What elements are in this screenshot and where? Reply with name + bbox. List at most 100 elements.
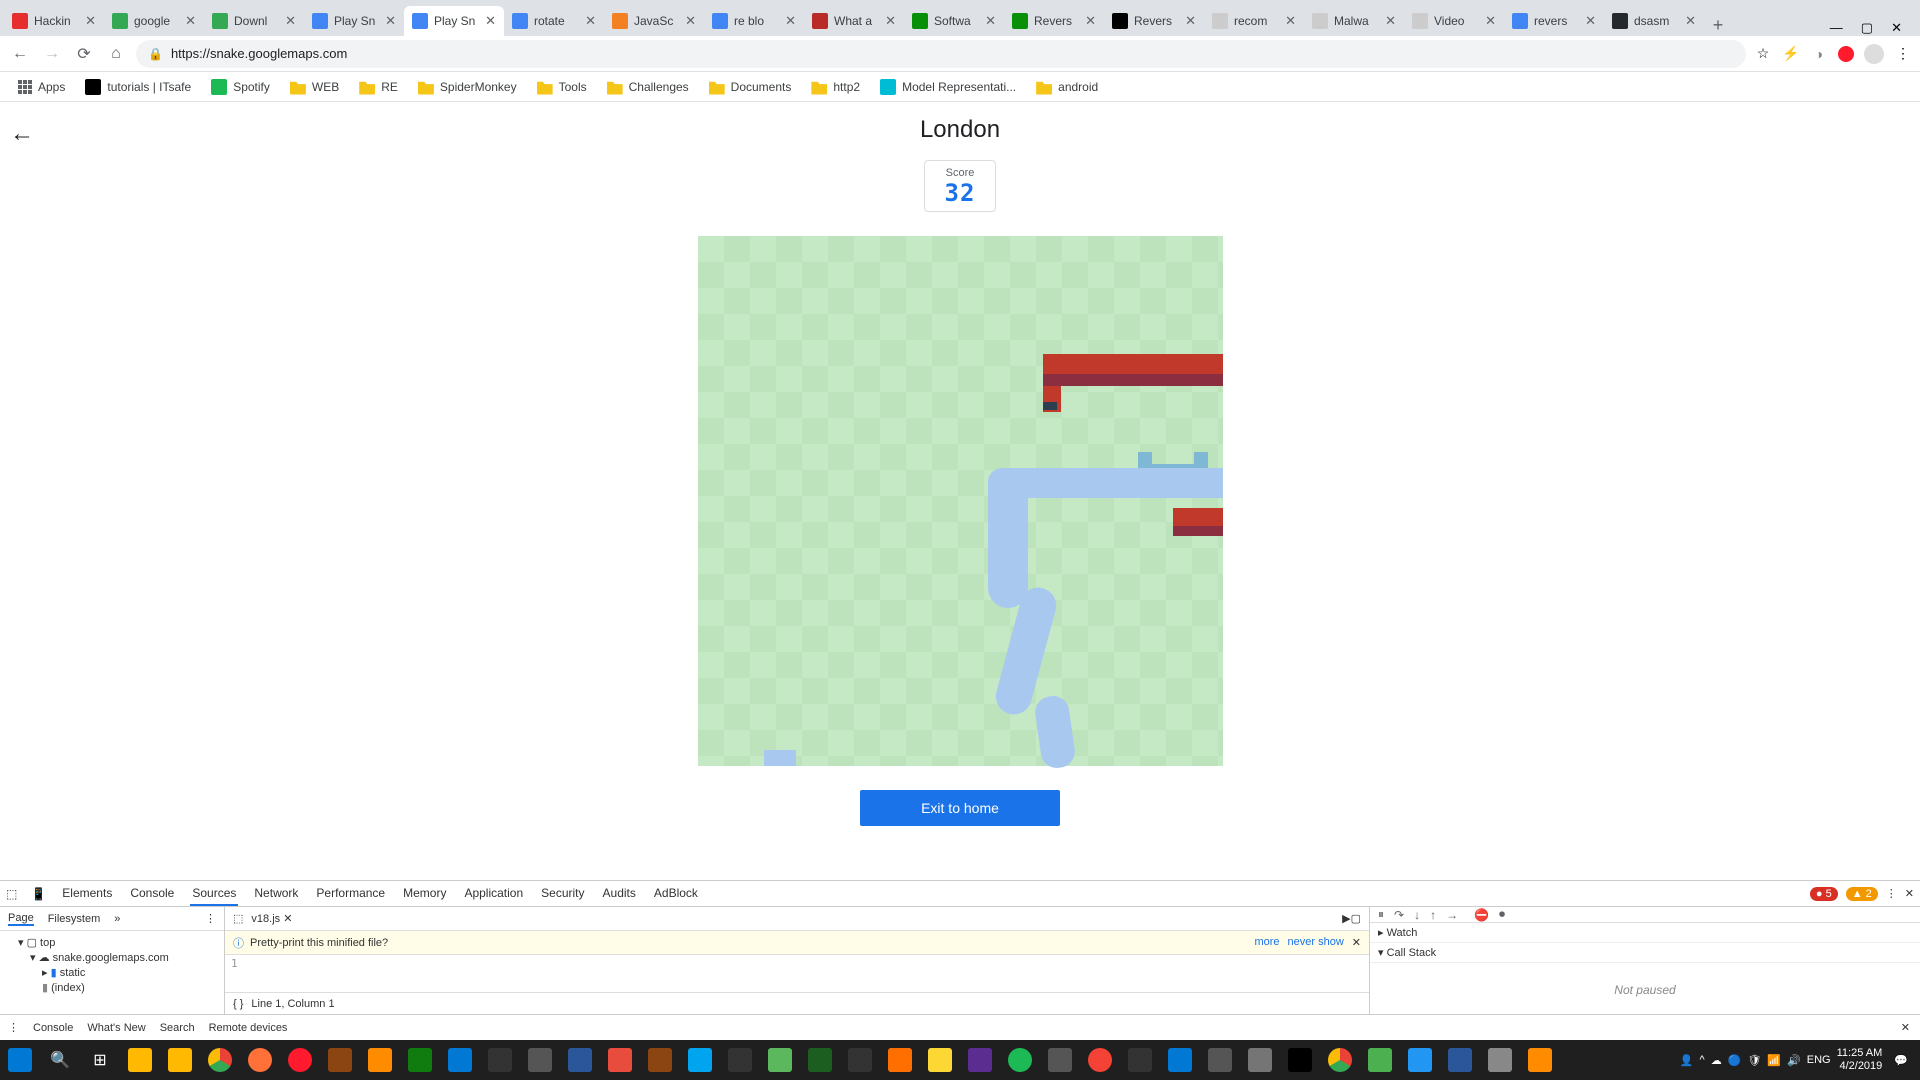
browser-tab[interactable]: Play Sn✕ [304, 6, 404, 36]
format-icon[interactable]: { } [233, 998, 243, 1010]
bookmark-item[interactable]: android [1028, 75, 1106, 99]
file-tree[interactable]: ▾ ▢ top ▾ ☁ snake.googlemaps.com ▸ ▮ sta… [0, 931, 224, 1014]
pause-icon[interactable]: ⏸ [1378, 907, 1384, 922]
tb-app-16[interactable] [840, 1040, 880, 1080]
bookmark-item[interactable]: tutorials | ITsafe [77, 75, 199, 99]
maximize-button[interactable]: ▢ [1861, 20, 1873, 36]
browser-tab[interactable]: Revers✕ [1104, 6, 1204, 36]
ext-icon-1[interactable]: ⚡ [1782, 45, 1800, 63]
step-into-icon[interactable]: ↓ [1414, 908, 1420, 922]
game-back-arrow[interactable]: ← [10, 120, 34, 148]
drawer-tab[interactable]: Search [160, 1022, 195, 1034]
bookmark-item[interactable]: http2 [803, 75, 868, 99]
tb-word[interactable] [1440, 1040, 1480, 1080]
tb-app-29[interactable] [1480, 1040, 1520, 1080]
tab-close-icon[interactable]: ✕ [285, 13, 296, 29]
devtools-error-badge[interactable]: ● 5 [1810, 887, 1838, 901]
tb-chrome-2[interactable] [1320, 1040, 1360, 1080]
tb-settings[interactable] [1520, 1040, 1560, 1080]
tb-app-13[interactable] [720, 1040, 760, 1080]
bookmark-item[interactable]: Challenges [599, 75, 697, 99]
tb-app-9[interactable] [560, 1040, 600, 1080]
tb-app-4[interactable] [360, 1040, 400, 1080]
tab-close-icon[interactable]: ✕ [485, 13, 496, 29]
tab-close-icon[interactable]: ✕ [1685, 13, 1696, 29]
back-button[interactable]: ← [8, 42, 32, 66]
tb-app-1[interactable] [120, 1040, 160, 1080]
browser-tab[interactable]: Play Sn✕ [404, 6, 504, 36]
drawer-close-icon[interactable]: ✕ [1901, 1021, 1910, 1034]
browser-tab[interactable]: Hackin✕ [4, 6, 104, 36]
apps-button[interactable]: Apps [10, 76, 73, 98]
menu-icon[interactable]: ⋮ [1894, 45, 1912, 63]
drawer-tab[interactable]: What's New [87, 1022, 145, 1034]
devtools-tab-security[interactable]: Security [539, 882, 586, 906]
browser-tab[interactable]: recom✕ [1204, 6, 1304, 36]
pretty-never-link[interactable]: never show [1288, 936, 1344, 949]
exit-button[interactable]: Exit to home [860, 790, 1060, 826]
tb-app-10[interactable] [600, 1040, 640, 1080]
tb-app-28[interactable] [1400, 1040, 1440, 1080]
devtools-tab-network[interactable]: Network [252, 882, 300, 906]
tb-app-5[interactable] [400, 1040, 440, 1080]
devtools-tab-adblock[interactable]: AdBlock [652, 882, 700, 906]
url-field[interactable]: 🔒 https://snake.googlemaps.com [136, 40, 1746, 68]
navigator-tab-page[interactable]: Page [8, 912, 34, 926]
ext-icon-3[interactable] [1838, 46, 1854, 62]
devtools-tab-performance[interactable]: Performance [314, 882, 387, 906]
bookmark-item[interactable]: WEB [282, 75, 347, 99]
browser-tab[interactable]: Malwa✕ [1304, 6, 1404, 36]
drawer-tab[interactable]: Console [33, 1022, 73, 1034]
profile-icon[interactable] [1864, 44, 1884, 64]
tab-close-icon[interactable]: ✕ [1285, 13, 1296, 29]
browser-tab[interactable]: rotate✕ [504, 6, 604, 36]
tb-app-3[interactable] [320, 1040, 360, 1080]
tb-app-19[interactable] [960, 1040, 1000, 1080]
tb-app-14[interactable] [760, 1040, 800, 1080]
tb-app-18[interactable] [920, 1040, 960, 1080]
start-button[interactable] [0, 1040, 40, 1080]
browser-tab[interactable]: Revers✕ [1004, 6, 1104, 36]
tb-app-8[interactable] [520, 1040, 560, 1080]
tb-app-22[interactable] [1120, 1040, 1160, 1080]
source-file-tab[interactable]: v18.js ✕ [251, 912, 292, 925]
tb-app-26[interactable] [1280, 1040, 1320, 1080]
bookmark-item[interactable]: SpiderMonkey [410, 75, 525, 99]
tb-app-7[interactable] [480, 1040, 520, 1080]
navigator-tab-filesystem[interactable]: Filesystem [48, 913, 101, 925]
pretty-more-link[interactable]: more [1254, 936, 1279, 949]
navigator-more-icon[interactable]: » [114, 913, 120, 925]
ext-icon-2[interactable]: ◑ [1810, 45, 1828, 63]
language-indicator[interactable]: ENG [1807, 1054, 1831, 1066]
browser-tab[interactable]: Downl✕ [204, 6, 304, 36]
devtools-settings-icon[interactable]: ⋮ [1886, 887, 1897, 900]
source-code[interactable]: 1 [225, 955, 1369, 992]
tab-close-icon[interactable]: ✕ [1085, 13, 1096, 29]
source-file-icon[interactable]: ⬚ [233, 912, 243, 925]
tab-close-icon[interactable]: ✕ [85, 13, 96, 29]
browser-tab[interactable]: dsasm✕ [1604, 6, 1704, 36]
tb-app-25[interactable] [1240, 1040, 1280, 1080]
tab-close-icon[interactable]: ✕ [385, 13, 396, 29]
browser-tab[interactable]: revers✕ [1504, 6, 1604, 36]
bookmark-item[interactable]: Documents [701, 75, 800, 99]
navigator-menu-icon[interactable]: ⋮ [205, 912, 216, 925]
minimize-button[interactable]: — [1830, 20, 1843, 36]
new-tab-button[interactable]: + [1704, 15, 1732, 36]
tab-close-icon[interactable]: ✕ [1485, 13, 1496, 29]
step-over-icon[interactable]: ↷ [1394, 908, 1404, 922]
tab-close-icon[interactable]: ✕ [1385, 13, 1396, 29]
tab-close-icon[interactable]: ✕ [1185, 13, 1196, 29]
tb-app-27[interactable] [1360, 1040, 1400, 1080]
browser-tab[interactable]: Video✕ [1404, 6, 1504, 36]
tb-app-6[interactable] [440, 1040, 480, 1080]
tb-app-12[interactable] [680, 1040, 720, 1080]
reload-button[interactable]: ⟳ [72, 42, 96, 66]
pause-exceptions-icon[interactable]: ⏺ [1499, 907, 1505, 922]
pretty-close-icon[interactable]: ✕ [1352, 936, 1361, 949]
tb-app-23[interactable] [1160, 1040, 1200, 1080]
tb-firefox[interactable] [240, 1040, 280, 1080]
tb-app-2[interactable] [160, 1040, 200, 1080]
breakpoints-icon[interactable]: ⛔ [1474, 908, 1489, 922]
system-tray[interactable]: 👤^☁🔵🛡📶🔊 [1680, 1054, 1801, 1067]
